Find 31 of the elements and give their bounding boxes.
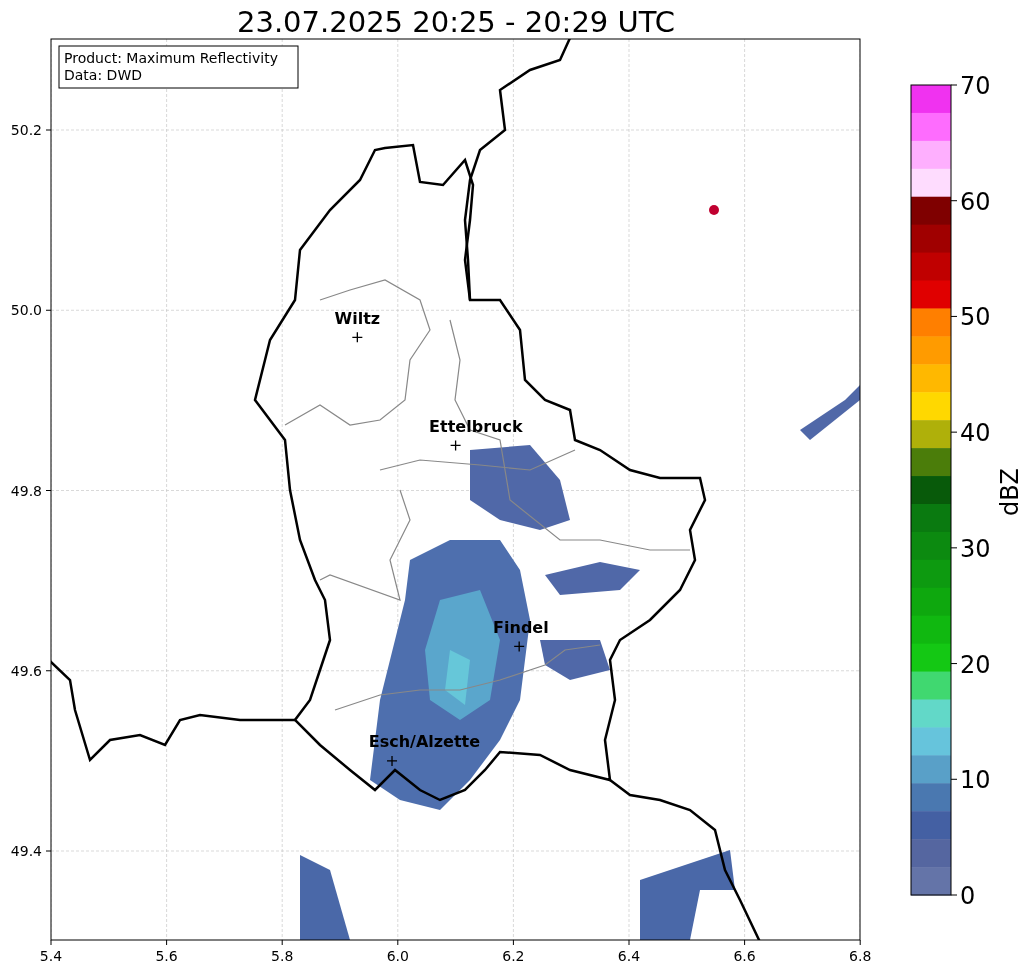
colorbar-tick-label: 10 <box>960 766 991 795</box>
y-tick-label: 49.6 <box>10 662 42 679</box>
city-label: Ettelbruck <box>429 416 523 436</box>
colorbar-tick-label: 60 <box>960 187 991 216</box>
x-tick-label: 5.8 <box>271 948 294 964</box>
y-tick-label: 49.4 <box>10 843 42 859</box>
legend-text: Data: DWD <box>64 67 142 83</box>
colorbar-tick-label: 0 <box>960 882 976 910</box>
x-tick-label: 5.6 <box>155 948 178 964</box>
x-tick-label: 6.2 <box>502 948 525 964</box>
x-tick-label: 6.8 <box>849 948 872 964</box>
x-tick-label: 6.6 <box>733 948 756 964</box>
colorbar-tick-label: 70 <box>960 72 991 100</box>
chart-title: 23.07.2025 20:25 - 20:29 UTC <box>237 5 675 39</box>
colorbar-tick-label: 40 <box>960 419 991 448</box>
colorbar-tick-label: 50 <box>960 303 991 332</box>
x-tick-label: 5.4 <box>39 948 63 964</box>
x-tick-label: 6.4 <box>617 948 641 964</box>
colorbar-tick-label: 30 <box>960 534 991 563</box>
colorbar-tick-label: 20 <box>960 650 991 679</box>
city-marker-icon <box>386 755 398 767</box>
city-marker-icon <box>513 640 525 653</box>
y-tick-label: 49.8 <box>10 482 42 499</box>
y-tick-label: 50.0 <box>10 302 42 319</box>
x-tick-label: 6.0 <box>386 948 409 964</box>
colorbar-label: dBZ <box>996 467 1024 517</box>
city-marker-icon <box>449 439 462 452</box>
y-tick-label: 50.2 <box>10 122 42 138</box>
city-label: Wiltz <box>334 308 381 328</box>
legend-text: Product: Maximum Reflectivity <box>64 50 278 66</box>
city-marker-icon <box>351 331 363 343</box>
